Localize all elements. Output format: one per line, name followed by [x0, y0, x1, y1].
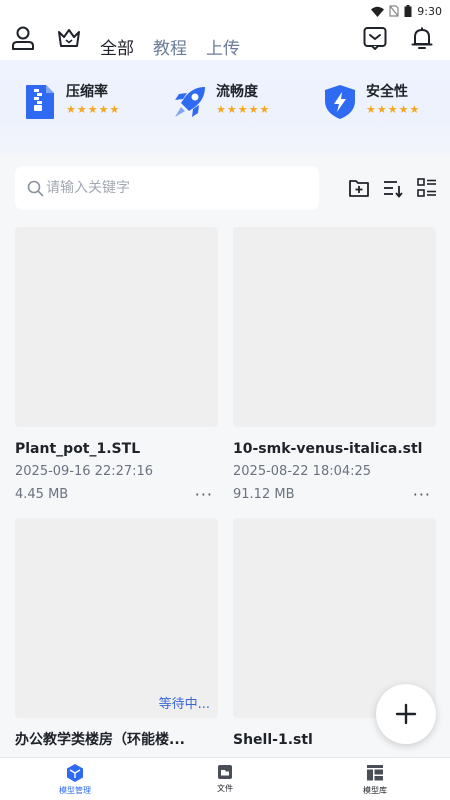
search-input[interactable]	[46, 180, 306, 196]
add-model-button[interactable]	[376, 684, 436, 744]
shield-bolt-icon	[320, 82, 360, 122]
list-view-icon	[417, 178, 436, 197]
nav-files[interactable]: 文件	[180, 763, 270, 794]
status-time: 9:30	[417, 4, 442, 18]
more-options-button[interactable]: ···	[413, 486, 431, 504]
plus-icon	[395, 703, 417, 725]
search-bar[interactable]	[15, 166, 319, 210]
feature-label: 流畅度	[216, 84, 258, 100]
file-card[interactable]: Plant_pot_1.STL 2025-09-16 22:27:16 4.45…	[15, 227, 218, 504]
nav-label: 模型库	[363, 786, 387, 795]
file-card[interactable]: 10-smk-venus-italica.stl 2025-08-22 18:0…	[233, 227, 436, 504]
user-icon	[12, 26, 34, 50]
zip-file-icon	[20, 82, 60, 122]
sort-button[interactable]	[379, 174, 407, 202]
bottom-nav: 模型管理 文件 模型库	[0, 757, 450, 800]
rocket-icon	[170, 82, 210, 122]
new-folder-button[interactable]	[345, 174, 373, 202]
file-thumbnail[interactable]	[15, 227, 218, 427]
top-bar: 全部 教程 上传	[0, 22, 450, 60]
tab-tutorial[interactable]: 教程	[153, 34, 187, 59]
file-thumbnail[interactable]: 等待中...	[15, 518, 218, 718]
cube-icon	[67, 764, 83, 782]
notifications-button[interactable]	[408, 24, 436, 52]
wifi-icon	[371, 6, 385, 17]
vip-button[interactable]	[55, 24, 83, 52]
file-name: 办公教学类楼房（环能楼...	[15, 732, 185, 748]
feature-banner: 压缩率 ★★★★★ 流畅度 ★★★★★ 安全性 ★★★★★	[0, 60, 450, 156]
message-icon	[363, 27, 387, 50]
messages-button[interactable]	[361, 24, 389, 52]
feature-smoothness: 流畅度 ★★★★★	[170, 82, 270, 132]
tab-all[interactable]: 全部	[100, 34, 134, 59]
library-icon	[367, 765, 383, 781]
file-size: 91.12 MB	[233, 487, 295, 502]
file-thumbnail[interactable]	[233, 227, 436, 427]
bell-icon	[411, 27, 433, 49]
file-name: Plant_pot_1.STL	[15, 441, 141, 457]
battery-icon	[404, 5, 412, 17]
sort-icon	[384, 181, 403, 198]
feature-label: 安全性	[366, 84, 408, 100]
feature-security: 安全性 ★★★★★	[320, 82, 420, 132]
nav-label: 文件	[217, 784, 233, 793]
nav-label: 模型管理	[59, 786, 91, 795]
search-icon	[27, 180, 44, 196]
feature-label: 压缩率	[66, 84, 108, 100]
feature-compression: 压缩率 ★★★★★	[20, 82, 120, 132]
waiting-status: 等待中...	[158, 697, 210, 712]
status-bar: 9:30	[0, 0, 450, 22]
file-card[interactable]: 等待中... 办公教学类楼房（环能楼...	[15, 518, 218, 750]
more-options-button[interactable]: ···	[195, 486, 213, 504]
crown-icon	[58, 29, 80, 47]
folder-add-icon	[349, 180, 369, 197]
file-date: 2025-09-16 22:27:16	[15, 464, 154, 479]
rating-stars: ★★★★★	[366, 103, 421, 116]
file-date: 2025-08-22 18:04:25	[233, 464, 372, 479]
tab-upload[interactable]: 上传	[206, 34, 240, 59]
rating-stars: ★★★★★	[216, 103, 271, 116]
rating-stars: ★★★★★	[66, 103, 121, 116]
nav-model-library[interactable]: 模型库	[330, 763, 420, 796]
no-sim-icon	[389, 5, 399, 17]
user-profile-button[interactable]	[9, 24, 37, 52]
file-name: 10-smk-venus-italica.stl	[233, 441, 423, 457]
view-mode-button[interactable]	[413, 174, 441, 202]
file-size: 4.45 MB	[15, 487, 69, 502]
file-icon	[218, 765, 232, 779]
nav-model-management[interactable]: 模型管理	[30, 763, 120, 796]
